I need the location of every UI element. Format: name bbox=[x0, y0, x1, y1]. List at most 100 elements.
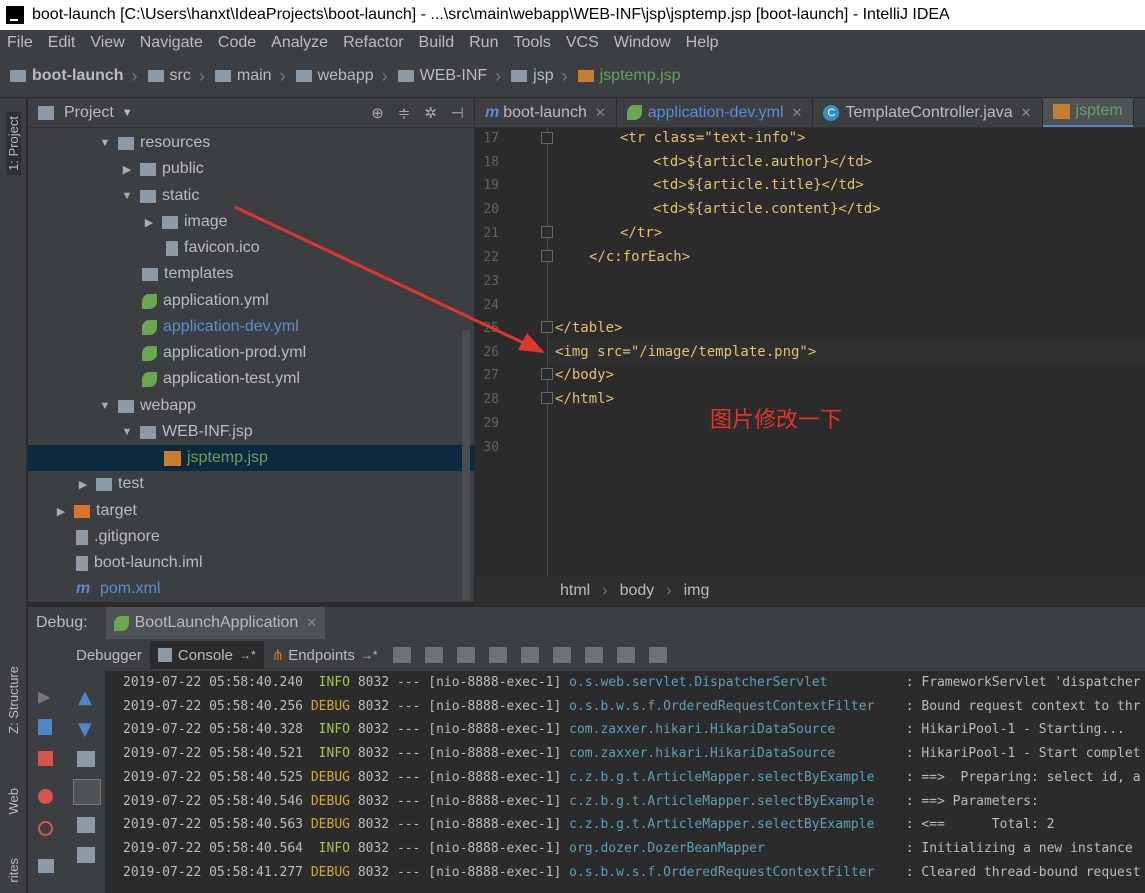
collapse-arrow-icon[interactable]: ▶ bbox=[76, 478, 90, 491]
tree-item-test[interactable]: ▶ test bbox=[76, 471, 144, 497]
tree-item-public[interactable]: ▶ public bbox=[120, 156, 204, 182]
crumb-img[interactable]: img bbox=[684, 582, 710, 600]
menu-view[interactable]: View bbox=[83, 34, 132, 52]
tree-item-application-prod-yml[interactable]: application-prod.yml bbox=[142, 340, 306, 366]
close-icon[interactable]: ✕ bbox=[1021, 105, 1032, 121]
tree-item-pom[interactable]: m pom.xml bbox=[76, 576, 160, 602]
hide-panel-icon[interactable]: ⊣ bbox=[451, 104, 464, 122]
tab-debugger[interactable]: Debugger bbox=[68, 641, 150, 669]
trace-icon[interactable] bbox=[648, 647, 667, 663]
nav-webapp[interactable]: webapp › bbox=[286, 66, 388, 87]
expand-arrow-icon[interactable]: ▼ bbox=[98, 137, 112, 149]
expand-arrow-icon[interactable]: ▼ bbox=[98, 400, 112, 412]
tree-item-image[interactable]: ▶ image bbox=[142, 209, 228, 235]
tree-item-target[interactable]: ▶ target bbox=[54, 498, 137, 524]
arrow-up-icon[interactable]: ▲ bbox=[78, 687, 96, 708]
menu-tools[interactable]: Tools bbox=[506, 34, 558, 52]
expand-arrow-icon[interactable]: ▼ bbox=[120, 190, 134, 202]
project-tool-tab[interactable]: 1: Project bbox=[6, 112, 21, 175]
collapse-arrow-icon[interactable]: ▶ bbox=[120, 163, 134, 176]
menu-refactor[interactable]: Refactor bbox=[336, 34, 411, 52]
fold-marker-icon[interactable] bbox=[541, 226, 553, 238]
tree-item-application-yml[interactable]: application.yml bbox=[142, 288, 269, 314]
nav-file[interactable]: jsptemp.jsp bbox=[568, 67, 681, 85]
nav-project[interactable]: boot-launch › bbox=[0, 66, 138, 87]
menu-code[interactable]: Code bbox=[211, 34, 264, 52]
tree-item-jsptemp[interactable]: jsptemp.jsp bbox=[28, 445, 474, 471]
tab-boot-launch[interactable]: m boot-launch ✕ bbox=[475, 98, 617, 127]
scroll-to-end-icon[interactable] bbox=[73, 779, 101, 805]
tree-item-favicon[interactable]: favicon.ico bbox=[166, 235, 260, 261]
nav-jsp[interactable]: jsp › bbox=[501, 66, 568, 87]
step-over-icon[interactable] bbox=[424, 647, 443, 663]
menu-run[interactable]: Run bbox=[462, 34, 506, 52]
structure-tool-tab[interactable]: Z: Structure bbox=[6, 666, 21, 734]
tab-application-dev[interactable]: application-dev.yml ✕ bbox=[617, 98, 814, 127]
soft-wrap-icon[interactable] bbox=[77, 751, 95, 767]
mute-breakpoints-icon[interactable] bbox=[38, 821, 53, 836]
menu-analyze[interactable]: Analyze bbox=[264, 34, 336, 52]
drop-frame-icon[interactable] bbox=[552, 647, 571, 663]
gear-icon[interactable]: ✲ bbox=[424, 104, 437, 122]
nav-src[interactable]: src › bbox=[138, 66, 205, 87]
code-editor[interactable]: 17 18 19 20 21 22 23 24 25 26 27 28 29 3… bbox=[475, 128, 1145, 576]
fold-marker-icon[interactable] bbox=[541, 392, 553, 404]
tree-item-web-inf[interactable]: ▼ WEB-INF.jsp bbox=[120, 419, 253, 445]
tree-item-static[interactable]: ▼ static bbox=[120, 183, 200, 209]
tree-item-resources[interactable]: ▼ resources bbox=[98, 130, 211, 156]
crumb-html[interactable]: html bbox=[560, 582, 590, 600]
tree-item-iml[interactable]: boot-launch.iml bbox=[76, 550, 203, 576]
tree-item-application-dev-yml[interactable]: application-dev.yml bbox=[142, 314, 299, 340]
console-output[interactable]: 2019-07-22 05:58:40.240 INFO 8032 --- [n… bbox=[107, 671, 1145, 893]
favorites-tool-tab[interactable]: rites bbox=[6, 858, 21, 883]
fold-marker-icon[interactable] bbox=[541, 321, 553, 333]
force-step-into-icon[interactable] bbox=[488, 647, 507, 663]
resume-icon[interactable]: ▶ bbox=[38, 687, 56, 706]
menu-navigate[interactable]: Navigate bbox=[133, 34, 211, 52]
tree-item-gitignore[interactable]: .gitignore bbox=[76, 524, 160, 550]
project-scrollbar[interactable] bbox=[462, 330, 470, 600]
close-icon[interactable]: ✕ bbox=[792, 105, 803, 121]
crumb-body[interactable]: body bbox=[620, 582, 655, 600]
expand-arrow-icon[interactable]: ▼ bbox=[120, 426, 134, 438]
web-tool-tab[interactable]: Web bbox=[6, 788, 21, 815]
tab-template-controller[interactable]: C TemplateController.java ✕ bbox=[813, 98, 1043, 127]
arrow-down-icon[interactable]: ▼ bbox=[78, 719, 96, 740]
trash-icon[interactable] bbox=[77, 847, 95, 863]
nav-web-inf[interactable]: WEB-INF › bbox=[388, 66, 501, 87]
tree-item-application-test-yml[interactable]: application-test.yml bbox=[142, 366, 300, 392]
pause-icon[interactable] bbox=[38, 719, 52, 735]
pin-icon[interactable]: →* bbox=[361, 648, 378, 662]
pin-icon[interactable]: →* bbox=[239, 648, 256, 662]
menu-edit[interactable]: Edit bbox=[41, 34, 84, 52]
tree-item-webapp[interactable]: ▼ webapp bbox=[98, 393, 197, 419]
step-out-icon[interactable] bbox=[520, 647, 539, 663]
show-execution-point-icon[interactable] bbox=[392, 647, 411, 663]
nav-main[interactable]: main › bbox=[205, 66, 286, 87]
close-icon[interactable]: ✕ bbox=[306, 615, 317, 631]
chevron-down-icon[interactable]: ▼ bbox=[122, 107, 133, 119]
project-panel-title[interactable]: Project bbox=[64, 104, 114, 122]
collapse-all-icon[interactable]: ≑ bbox=[398, 104, 411, 122]
tab-endpoints[interactable]: ⋔ Endpoints →* bbox=[264, 641, 386, 669]
evaluate-icon[interactable] bbox=[616, 647, 635, 663]
collapse-arrow-icon[interactable]: ▶ bbox=[54, 505, 68, 518]
menu-file[interactable]: File bbox=[0, 34, 41, 52]
tree-item-templates[interactable]: templates bbox=[142, 261, 233, 287]
tab-jsptemp[interactable]: jsptem bbox=[1042, 98, 1134, 127]
fold-marker-icon[interactable] bbox=[541, 250, 553, 262]
collapse-arrow-icon[interactable]: ▶ bbox=[142, 216, 156, 229]
menu-build[interactable]: Build bbox=[412, 34, 463, 52]
stop-icon[interactable] bbox=[38, 751, 53, 766]
print-icon[interactable] bbox=[77, 817, 95, 833]
fold-marker-icon[interactable] bbox=[541, 132, 553, 144]
step-into-icon[interactable] bbox=[456, 647, 475, 663]
locate-icon[interactable]: ⊕ bbox=[371, 104, 384, 122]
close-icon[interactable]: ✕ bbox=[595, 105, 606, 121]
fold-marker-icon[interactable] bbox=[541, 368, 553, 380]
menu-vcs[interactable]: VCS bbox=[559, 34, 607, 52]
debug-session-tab[interactable]: BootLaunchApplication ✕ bbox=[105, 606, 326, 640]
menu-help[interactable]: Help bbox=[679, 34, 727, 52]
camera-icon[interactable] bbox=[38, 859, 54, 873]
tab-console[interactable]: Console →* bbox=[149, 641, 264, 669]
